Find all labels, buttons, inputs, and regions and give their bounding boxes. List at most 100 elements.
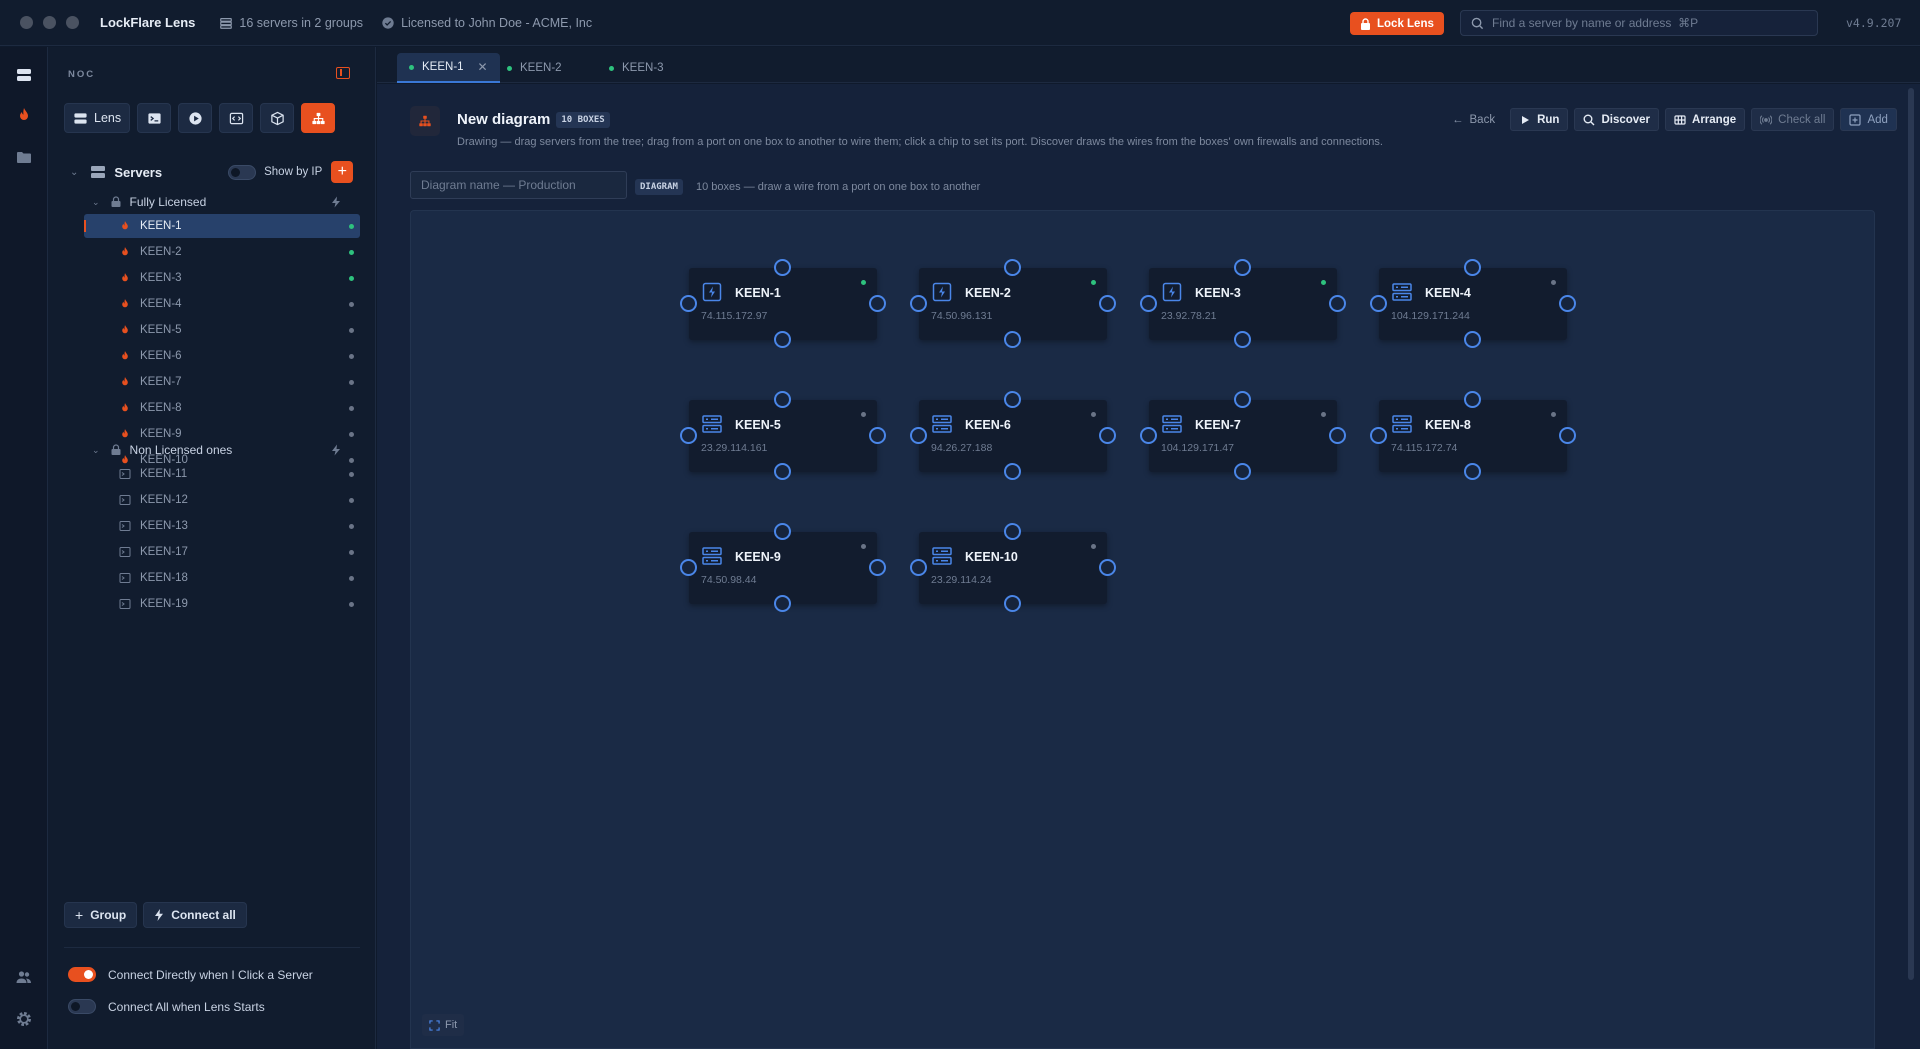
port-bottom[interactable] xyxy=(1464,331,1481,348)
search-input[interactable] xyxy=(1492,16,1812,30)
sidebar-server-item[interactable]: KEEN-13 xyxy=(84,514,360,538)
rail-users-button[interactable] xyxy=(12,965,36,989)
discover-button[interactable]: Discover xyxy=(1574,108,1660,131)
port-bottom[interactable] xyxy=(1464,463,1481,480)
diagram-box[interactable]: KEEN-5 23.29.114.161 xyxy=(680,391,886,480)
check-all-button[interactable]: Check all xyxy=(1751,108,1835,131)
run-button[interactable]: Run xyxy=(1510,108,1569,131)
diagram-canvas[interactable]: Fit KEEN-1 74.115.172.97 KEEN-2 74.50.96.13… xyxy=(410,210,1875,1049)
tab-keen-1[interactable]: KEEN-1 ✕ xyxy=(397,53,500,83)
port-left[interactable] xyxy=(1140,295,1157,312)
lock-lens-button[interactable]: Lock Lens xyxy=(1350,12,1444,35)
port-right[interactable] xyxy=(1099,427,1116,444)
toolbar-terminal-button[interactable] xyxy=(137,103,172,133)
server-search[interactable] xyxy=(1460,10,1818,36)
port-right[interactable] xyxy=(1559,295,1576,312)
diagram-box[interactable]: KEEN-10 23.29.114.24 xyxy=(910,523,1116,612)
port-left[interactable] xyxy=(1140,427,1157,444)
port-left[interactable] xyxy=(680,427,697,444)
diagram-box[interactable]: KEEN-1 74.115.172.97 xyxy=(680,259,886,348)
window-minimize-button[interactable] xyxy=(43,16,56,29)
window-maximize-button[interactable] xyxy=(66,16,79,29)
port-bottom[interactable] xyxy=(774,595,791,612)
toolbar-lens-button[interactable]: Lens xyxy=(64,103,131,133)
sidebar-server-item[interactable]: KEEN-19 xyxy=(84,592,360,616)
sidebar-server-item[interactable]: KEEN-4 xyxy=(84,292,360,316)
main-scrollbar[interactable] xyxy=(1908,88,1914,980)
port-bottom[interactable] xyxy=(1004,595,1021,612)
port-right[interactable] xyxy=(1329,427,1346,444)
add-server-button[interactable]: + xyxy=(331,161,354,183)
back-button[interactable]: ← Back xyxy=(1443,108,1504,131)
sidebar-server-item[interactable]: KEEN-11 xyxy=(84,462,360,486)
bolt-icon[interactable] xyxy=(330,444,342,456)
arrange-button[interactable]: Arrange xyxy=(1665,108,1746,131)
toolbar-package-button[interactable] xyxy=(260,103,295,133)
port-left[interactable] xyxy=(680,295,697,312)
sidebar-server-item[interactable]: KEEN-17 xyxy=(84,540,360,564)
toolbar-run-button[interactable] xyxy=(178,103,213,133)
port-left[interactable] xyxy=(1370,295,1387,312)
show-by-ip-toggle[interactable] xyxy=(228,164,257,180)
diagram-box[interactable]: KEEN-7 104.129.171.47 xyxy=(1140,391,1346,480)
fit-button[interactable]: Fit xyxy=(422,1014,465,1036)
sidebar-server-item[interactable]: KEEN-2 xyxy=(84,240,360,264)
port-right[interactable] xyxy=(1329,295,1346,312)
close-icon[interactable]: ✕ xyxy=(478,60,488,74)
diagram-box[interactable]: KEEN-6 94.26.27.188 xyxy=(910,391,1116,480)
tab-keen-3[interactable]: KEEN-3 xyxy=(597,53,676,83)
diagram-box[interactable]: KEEN-2 74.50.96.131 xyxy=(910,259,1116,348)
port-top[interactable] xyxy=(774,523,791,540)
port-right[interactable] xyxy=(1099,295,1116,312)
sidebar-server-item[interactable]: KEEN-18 xyxy=(84,566,360,590)
sidebar-server-item[interactable]: KEEN-3 xyxy=(84,266,360,290)
port-top[interactable] xyxy=(1004,259,1021,276)
port-right[interactable] xyxy=(869,559,886,576)
chevron-down-icon[interactable]: ⌄ xyxy=(70,167,78,178)
port-top[interactable] xyxy=(1004,523,1021,540)
sidebar-server-item[interactable]: KEEN-6 xyxy=(84,344,360,368)
toolbar-code-button[interactable] xyxy=(219,103,254,133)
port-bottom[interactable] xyxy=(1234,463,1251,480)
connect-all-button[interactable]: Connect all xyxy=(143,902,247,928)
window-close-button[interactable] xyxy=(20,16,33,29)
rail-settings-button[interactable] xyxy=(12,1007,36,1031)
rail-flame-button[interactable] xyxy=(12,103,36,127)
port-right[interactable] xyxy=(1099,559,1116,576)
group-row[interactable]: ⌄ Fully Licensed xyxy=(88,191,360,213)
chevron-down-icon[interactable]: ⌄ xyxy=(92,445,100,456)
port-top[interactable] xyxy=(1464,259,1481,276)
toolbar-diagram-button[interactable] xyxy=(301,103,336,133)
port-top[interactable] xyxy=(1004,391,1021,408)
group-row[interactable]: ⌄ Non Licensed ones xyxy=(88,439,360,461)
sidebar-server-item[interactable]: KEEN-1 xyxy=(84,214,360,238)
diagram-box[interactable]: KEEN-4 104.129.171.244 xyxy=(1370,259,1576,348)
port-left[interactable] xyxy=(910,427,927,444)
add-group-button[interactable]: + Group xyxy=(64,902,138,928)
port-left[interactable] xyxy=(910,559,927,576)
port-bottom[interactable] xyxy=(1234,331,1251,348)
diagram-box[interactable]: KEEN-9 74.50.98.44 xyxy=(680,523,886,612)
port-top[interactable] xyxy=(774,391,791,408)
tab-keen-2[interactable]: KEEN-2 xyxy=(495,53,574,83)
port-left[interactable] xyxy=(1370,427,1387,444)
sidebar-collapse-icon[interactable] xyxy=(336,67,350,79)
diagram-name-input[interactable] xyxy=(410,171,627,199)
port-bottom[interactable] xyxy=(1004,331,1021,348)
rail-folder-button[interactable] xyxy=(12,145,36,169)
sidebar-server-item[interactable]: KEEN-7 xyxy=(84,370,360,394)
bolt-icon[interactable] xyxy=(330,196,342,208)
connect-all-start-toggle[interactable] xyxy=(68,999,96,1014)
diagram-box[interactable]: KEEN-3 23.92.78.21 xyxy=(1140,259,1346,348)
port-bottom[interactable] xyxy=(774,463,791,480)
port-bottom[interactable] xyxy=(1004,463,1021,480)
chevron-down-icon[interactable]: ⌄ xyxy=(92,197,100,208)
port-right[interactable] xyxy=(1559,427,1576,444)
port-right[interactable] xyxy=(869,427,886,444)
port-top[interactable] xyxy=(774,259,791,276)
port-top[interactable] xyxy=(1234,391,1251,408)
port-left[interactable] xyxy=(910,295,927,312)
sidebar-server-item[interactable]: KEEN-12 xyxy=(84,488,360,512)
port-top[interactable] xyxy=(1464,391,1481,408)
connect-directly-toggle[interactable] xyxy=(68,967,96,982)
